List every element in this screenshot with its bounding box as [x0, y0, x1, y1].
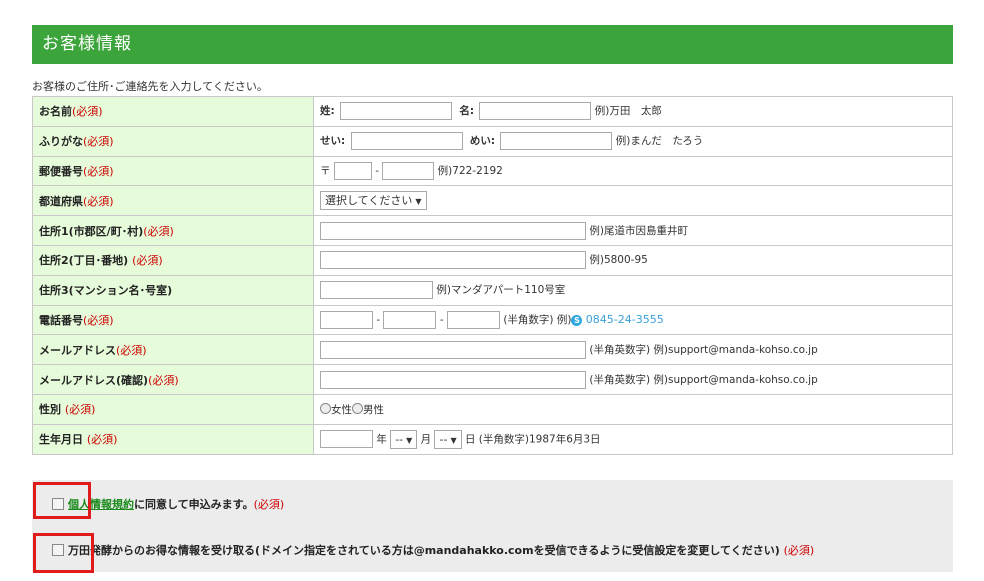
postal-example: 例)722-2192: [437, 164, 503, 177]
email-input[interactable]: [320, 340, 586, 359]
postal-label: 郵便番号(必須): [32, 155, 314, 187]
female-radio[interactable]: [320, 402, 331, 414]
first-name-kana-label: めい:: [469, 135, 496, 148]
address1-label: 住所1(市郡区/町･村)(必須): [32, 215, 314, 246]
phone-label: 電話番号(必須): [32, 304, 314, 336]
required-mark: (必須): [64, 403, 96, 417]
form-row-address2: 住所2(丁目･番地) (必須) 例)5800-95: [32, 244, 953, 276]
last-name-kana-input[interactable]: [350, 132, 463, 151]
phone-third-input[interactable]: [446, 310, 500, 329]
required-mark: (必須): [83, 194, 114, 208]
newsletter-text: 万田発酵からのお得な情報を受け取る(ドメイン指定をされている方は@mandaha…: [68, 544, 780, 557]
phone-second-input[interactable]: [383, 310, 437, 329]
postal-code-second-input[interactable]: [382, 161, 435, 180]
address3-label: 住所3(マンション名･号室): [32, 274, 314, 306]
form-row-gender: 性別 (必須) 女性 男性: [32, 393, 953, 425]
last-name-kana-label: せい:: [320, 135, 346, 148]
privacy-checkbox-highlight: [33, 482, 91, 519]
privacy-agreement-text: に同意して申込みます。: [134, 498, 254, 511]
male-radio-label: 男性: [363, 403, 384, 416]
prefecture-select[interactable]: 選択してください ▼: [320, 191, 427, 211]
year-label: 年: [376, 433, 387, 446]
required-mark: (必須): [83, 135, 114, 149]
address3-input[interactable]: [320, 281, 433, 300]
first-name-kana-input[interactable]: [500, 132, 613, 151]
name-example: 例)万田 太郎: [594, 105, 662, 118]
first-name-input[interactable]: [479, 102, 592, 121]
birthday-label: 生年月日 (必須): [32, 423, 314, 455]
email-confirm-label: メールアドレス(確認)(必須): [32, 364, 314, 395]
required-mark: (必須): [143, 224, 174, 238]
skype-icon: S: [571, 314, 583, 326]
required-mark: (必須): [132, 254, 163, 268]
required-mark: (必須): [116, 343, 147, 357]
male-radio[interactable]: [352, 402, 363, 414]
phone-separator: -: [376, 313, 381, 326]
last-name-label: 姓:: [320, 105, 335, 118]
prefecture-label: 都道府県(必須): [32, 185, 314, 217]
form-row-phone: 電話番号(必須) - - (半角数字) 例) S 0845-24-3555: [32, 304, 953, 336]
address2-input[interactable]: [320, 251, 586, 270]
form-row-prefecture: 都道府県(必須) 選択してください ▼: [32, 185, 953, 217]
phone-separator: -: [439, 313, 444, 326]
form-row-email: メールアドレス(必須) (半角英数字) 例)support@manda-kohs…: [32, 334, 953, 366]
form-row-birthday: 生年月日 (必須) 年 -- ▼ 月 -- ▼ 日 (半角数字)1987年6月3日: [32, 423, 953, 455]
required-mark: (必須): [83, 164, 114, 178]
required-mark: (必須): [783, 544, 815, 557]
email-label: メールアドレス(必須): [32, 334, 314, 366]
form-row-postal: 郵便番号(必須) 〒 - 例)722-2192: [32, 155, 953, 187]
form-row-furigana: ふりがな(必須) せい: めい: 例)まんだ たろう: [32, 125, 953, 157]
newsletter-row: 万田発酵からのお得な情報を受け取る(ドメイン指定をされている方は@mandaha…: [52, 542, 814, 558]
required-mark: (必須): [86, 433, 118, 447]
chevron-down-icon: ▼: [406, 435, 413, 445]
form-row-address1: 住所1(市郡区/町･村)(必須) 例)尾道市因島重井町: [32, 215, 953, 246]
address1-example: 例)尾道市因島重井町: [589, 224, 688, 237]
address1-input[interactable]: [320, 221, 586, 240]
customer-info-form: お名前(必須) 姓: 名: 例)万田 太郎 ふりがな(必須) せい: めい: 例…: [32, 96, 953, 455]
required-mark: (必須): [148, 373, 179, 387]
address2-example: 例)5800-95: [589, 254, 648, 267]
required-mark: (必須): [83, 313, 114, 327]
furigana-example: 例)まんだ たろう: [615, 135, 704, 148]
section-header: お客様情報: [32, 25, 953, 64]
required-mark: (必須): [72, 105, 103, 119]
required-mark: (必須): [253, 498, 285, 511]
birthday-example: (半角数字)1987年6月3日: [478, 433, 601, 446]
address2-label: 住所2(丁目･番地) (必須): [32, 244, 314, 276]
phone-first-input[interactable]: [320, 310, 373, 329]
chevron-down-icon: ▼: [415, 197, 422, 207]
chevron-down-icon: ▼: [450, 435, 457, 445]
female-radio-label: 女性: [331, 403, 352, 416]
last-name-input[interactable]: [340, 102, 453, 121]
birth-month-select[interactable]: -- ▼: [390, 429, 418, 449]
form-row-email-confirm: メールアドレス(確認)(必須) (半角英数字) 例)support@manda-…: [32, 364, 953, 395]
birth-day-select[interactable]: -- ▼: [434, 429, 462, 449]
phone-example-link[interactable]: 0845-24-3555: [586, 313, 664, 326]
newsletter-checkbox-highlight: [33, 533, 94, 573]
first-name-label: 名:: [459, 105, 475, 118]
email-confirm-example: (半角英数字) 例)support@manda-kohso.co.jp: [589, 373, 818, 386]
postal-prefix: 〒: [320, 164, 331, 177]
gender-label: 性別 (必須): [32, 393, 314, 425]
furigana-label: ふりがな(必須): [32, 125, 314, 157]
postal-code-first-input[interactable]: [333, 161, 372, 180]
phone-note: (半角数字) 例): [503, 313, 572, 326]
name-label: お名前(必須): [32, 96, 314, 127]
form-row-name: お名前(必須) 姓: 名: 例)万田 太郎: [32, 96, 953, 127]
address3-example: 例)マンダアパート110号室: [436, 284, 566, 297]
agreement-area: 個人情報規約に同意して申込みます。(必須) 万田発酵からのお得な情報を受け取る(…: [32, 480, 953, 572]
email-confirm-input[interactable]: [320, 370, 586, 389]
intro-text: お客様のご住所･ご連絡先を入力してください。: [32, 80, 268, 93]
birth-year-input[interactable]: [320, 430, 373, 449]
day-label: 日: [464, 433, 476, 446]
postal-separator: -: [375, 164, 379, 177]
email-example: (半角英数字) 例)support@manda-kohso.co.jp: [589, 343, 818, 356]
form-row-address3: 住所3(マンション名･号室) 例)マンダアパート110号室: [32, 274, 953, 306]
month-label: 月: [420, 433, 432, 446]
